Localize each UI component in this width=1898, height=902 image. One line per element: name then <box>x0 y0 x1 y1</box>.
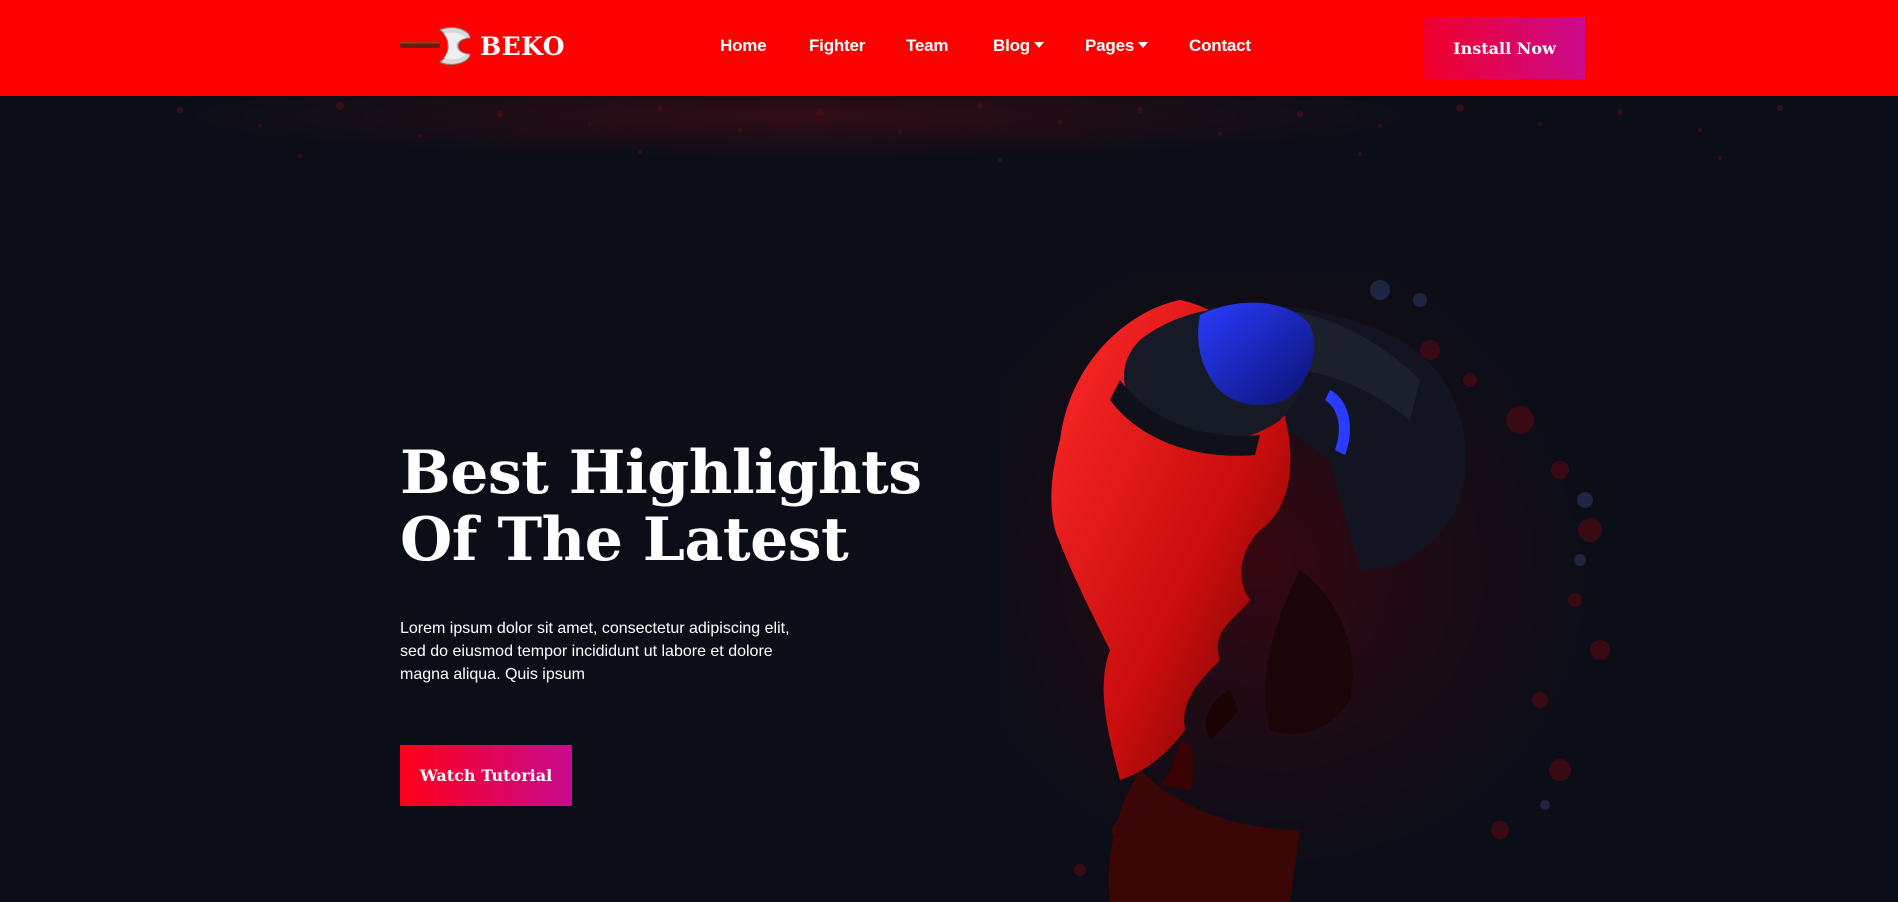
nav-item-blog-label: Blog <box>993 36 1030 55</box>
nav-item-home[interactable]: Home <box>720 36 767 56</box>
splatter-texture <box>177 102 1783 162</box>
hero-title-line-1: Best Highlights <box>400 438 922 508</box>
hero-description-line: sed do eiusmod tempor incididunt ut labo… <box>400 643 773 660</box>
hero-description-line: magna aliqua. Quis ipsum <box>400 666 585 683</box>
axe-icon <box>400 27 471 65</box>
nav-item-fighter[interactable]: Fighter <box>809 36 865 56</box>
nav-item-pages[interactable]: Pages <box>1085 36 1149 56</box>
hero-description: Lorem ipsum dolor sit amet, consectetur … <box>400 617 840 686</box>
caret-down-icon <box>1033 41 1044 48</box>
landing-page: BEKO Home Fighter Team Blog Pages Contac… <box>0 0 1898 902</box>
brand-logo-link[interactable]: BEKO <box>400 26 565 66</box>
nav-item-pages-label: Pages <box>1085 36 1135 55</box>
hero-title-line-2: Of The Latest <box>400 505 849 575</box>
brand-name: BEKO <box>480 31 566 61</box>
install-now-button[interactable]: Install Now <box>1424 17 1585 79</box>
nav-item-contact[interactable]: Contact <box>1189 36 1251 56</box>
watch-tutorial-button[interactable]: Watch Tutorial <box>400 745 572 806</box>
caret-down-icon <box>1138 41 1149 48</box>
hero-title: Best Highlights Of The Latest <box>400 438 922 575</box>
nav-item-blog[interactable]: Blog <box>993 36 1044 56</box>
vr-headset-person-illustration <box>1000 270 1640 902</box>
site-header: BEKO Home Fighter Team Blog Pages Contac… <box>0 0 1898 96</box>
nav-item-team[interactable]: Team <box>906 36 949 56</box>
hero-description-line: Lorem ipsum dolor sit amet, consectetur … <box>400 620 790 637</box>
